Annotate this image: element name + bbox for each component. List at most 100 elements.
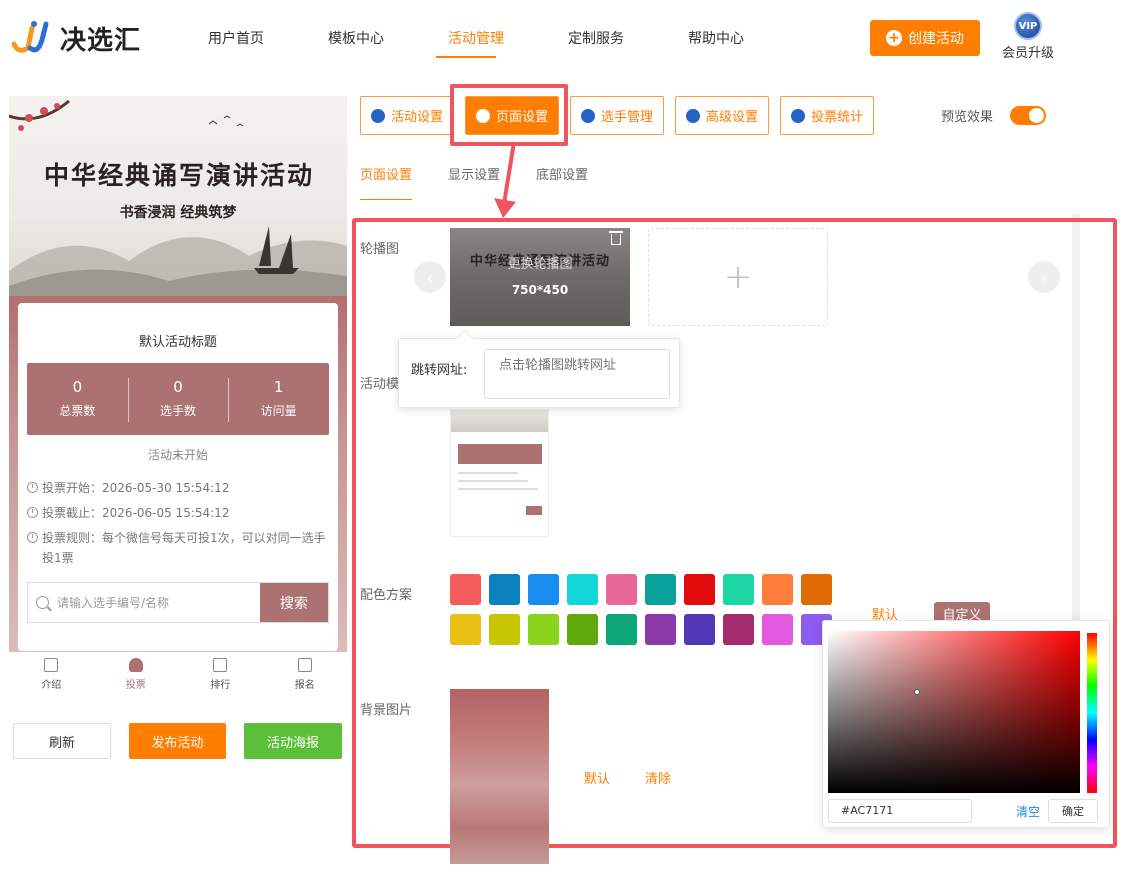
color-swatch[interactable] (645, 574, 676, 605)
nav-activity-management[interactable]: 活动管理 (416, 28, 536, 58)
create-activity-label: 创建活动 (908, 31, 964, 47)
tab-ranking[interactable]: 排行 (178, 652, 263, 696)
id-card-icon (297, 658, 312, 672)
template-thumb-line (458, 472, 518, 474)
add-carousel-button[interactable]: + (648, 228, 828, 326)
contestant-search: 请输入选手编号/名称 搜索 (27, 582, 329, 623)
main-nav: 用户首页 模板中心 活动管理 定制服务 帮助中心 (176, 28, 776, 58)
brand-logo[interactable]: 决选汇 (10, 18, 141, 58)
hex-color-input[interactable]: #AC7171 (828, 799, 972, 823)
tab-label: 活动设置 (391, 110, 444, 125)
create-activity-button[interactable]: + 创建活动 (870, 20, 980, 56)
carousel-prev-icon[interactable]: ‹ (414, 261, 446, 293)
template-thumb-line (458, 480, 528, 482)
hue-slider[interactable] (1087, 633, 1097, 793)
carousel-next-icon[interactable]: › (1028, 261, 1060, 293)
preview-actions: 刷新 发布活动 活动海报 (13, 723, 342, 759)
nav-custom-service[interactable]: 定制服务 (536, 28, 656, 48)
color-swatch[interactable] (723, 574, 754, 605)
color-swatch[interactable] (684, 574, 715, 605)
top-header: 决选汇 用户首页 模板中心 活动管理 定制服务 帮助中心 + 创建活动 VIP … (0, 0, 1127, 78)
jump-url-field[interactable] (484, 349, 670, 399)
search-button[interactable]: 搜索 (260, 583, 328, 622)
search-icon (36, 596, 49, 609)
star-icon (371, 108, 385, 123)
nav-home[interactable]: 用户首页 (176, 28, 296, 48)
color-swatch[interactable] (606, 574, 637, 605)
search-input[interactable]: 请输入选手编号/名称 (28, 583, 260, 622)
bar-chart-icon (791, 108, 806, 123)
color-swatch[interactable] (762, 614, 793, 645)
picker-clear-button[interactable]: 清空 (1016, 803, 1040, 820)
color-swatch[interactable] (645, 614, 676, 645)
tab-label: 介绍 (41, 680, 62, 691)
users-icon (581, 108, 596, 123)
tab-signup[interactable]: 报名 (263, 652, 348, 696)
preview-effect-toggle[interactable] (1010, 106, 1046, 125)
template-thumb-card (454, 432, 546, 532)
tab-vote[interactable]: 投票 (94, 652, 179, 696)
template-thumb-banner (451, 410, 548, 432)
phone-tabbar: 介绍 投票 排行 报名 (9, 652, 347, 696)
color-swatch[interactable] (801, 574, 832, 605)
background-image-label: 背景图片 (360, 703, 413, 718)
color-swatch[interactable] (762, 574, 793, 605)
stat-value: 0 (173, 378, 183, 396)
search-placeholder: 请输入选手编号/名称 (57, 596, 170, 610)
annotation-highlight-box (450, 84, 568, 146)
publish-activity-button[interactable]: 发布活动 (129, 723, 226, 759)
tab-activity-settings[interactable]: 活动设置 (360, 96, 455, 135)
refresh-button[interactable]: 刷新 (13, 723, 111, 759)
color-swatch[interactable] (528, 614, 559, 645)
color-swatch[interactable] (684, 614, 715, 645)
color-swatch[interactable] (567, 614, 598, 645)
trash-icon[interactable] (609, 231, 623, 245)
tab-label: 投票 (125, 680, 146, 691)
color-swatch[interactable] (450, 614, 481, 645)
vote-start-text: 投票开始：2026-05-30 15:54:12 (42, 481, 230, 495)
vip-upgrade[interactable]: VIP 会员升级 (1002, 12, 1054, 61)
background-default-link[interactable]: 默认 (584, 768, 610, 787)
activity-poster-button[interactable]: 活动海报 (244, 723, 342, 759)
vote-end-text: 投票截止：2026-06-05 15:54:12 (42, 506, 230, 520)
tab-advanced-settings[interactable]: 高级设置 (675, 96, 770, 135)
color-swatch[interactable] (606, 614, 637, 645)
carousel-image[interactable]: 中华经典诵写演讲活动 更换轮播图 750*450 (450, 228, 630, 326)
subtab-page-settings[interactable]: 页面设置 (360, 164, 413, 200)
subtab-footer-settings[interactable]: 底部设置 (536, 164, 588, 183)
nav-templates[interactable]: 模板中心 (296, 28, 416, 48)
phone-preview: 中华经典诵写演讲活动 书香浸润 经典筑梦 默认活动标题 0 总票数 0 选手数 … (9, 96, 347, 696)
sliders-icon (686, 108, 701, 123)
background-image-thumb[interactable] (450, 689, 549, 864)
color-swatch[interactable] (489, 614, 520, 645)
user-icon (128, 658, 143, 672)
picker-confirm-button[interactable]: 确定 (1048, 799, 1098, 823)
color-saturation-area[interactable] (828, 631, 1080, 793)
template-thumbnail[interactable] (450, 409, 549, 537)
color-swatch[interactable] (567, 574, 598, 605)
tab-contestant-management[interactable]: 选手管理 (570, 96, 665, 135)
tab-intro[interactable]: 介绍 (9, 652, 94, 696)
banner-title: 中华经典诵写演讲活动 (43, 161, 314, 190)
stat-label: 总票数 (59, 404, 96, 418)
color-swatch[interactable] (723, 614, 754, 645)
template-label: 活动模 (360, 377, 400, 392)
color-scheme-label: 配色方案 (360, 588, 413, 603)
template-thumb-stats (458, 444, 542, 464)
activity-card: 默认活动标题 0 总票数 0 选手数 1 访问量 活动未开始 投票开始：2026… (18, 303, 338, 651)
stat-label: 选手数 (160, 404, 197, 418)
stat-visits: 1 访问量 (228, 363, 329, 435)
banner-subtitle: 书香浸润 经典筑梦 (119, 205, 237, 221)
vote-end-row: 投票截止：2026-06-05 15:54:12 (27, 503, 229, 523)
nav-help[interactable]: 帮助中心 (656, 28, 776, 48)
background-clear-link[interactable]: 清除 (645, 768, 671, 787)
tab-label: 投票统计 (811, 110, 864, 125)
vip-badge-icon: VIP (1014, 12, 1042, 40)
vote-rule-row: 投票规则：每个微信号每天可投1次，可以对同一选手投1票 (27, 528, 327, 568)
tab-vote-statistics[interactable]: 投票统计 (780, 96, 875, 135)
color-cursor[interactable] (914, 689, 920, 695)
tab-label: 报名 (294, 680, 315, 691)
color-swatch[interactable] (489, 574, 520, 605)
color-swatch[interactable] (528, 574, 559, 605)
color-swatch[interactable] (450, 574, 481, 605)
